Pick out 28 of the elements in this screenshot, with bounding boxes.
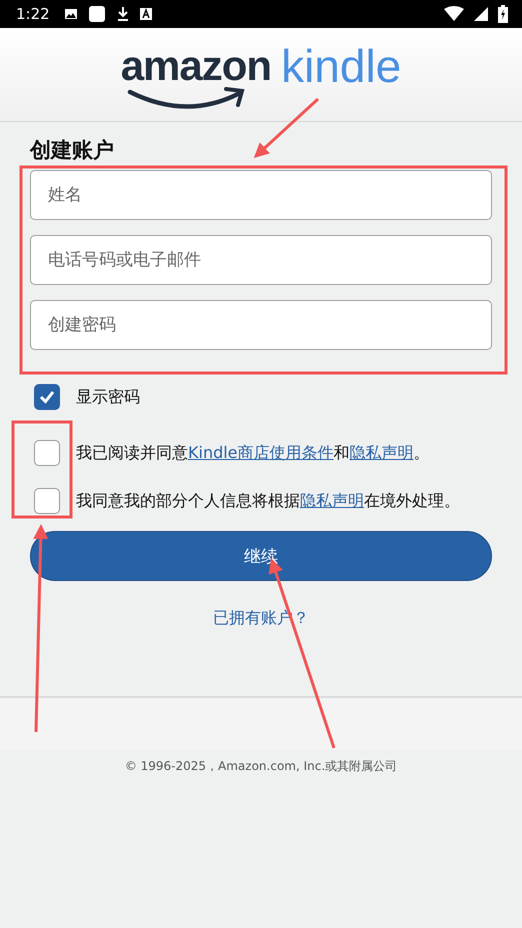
agreement-text: 我已阅读并同意Kindle商店使用条件和隐私声明。 bbox=[76, 442, 430, 464]
wifi-icon bbox=[444, 6, 464, 22]
input-field[interactable]: 姓名 bbox=[30, 170, 492, 220]
link[interactable]: 隐私声明 bbox=[300, 491, 364, 510]
agreement-text: 我同意我的部分个人信息将根据隐私声明在境外处理。 bbox=[76, 490, 460, 512]
image-icon bbox=[64, 7, 78, 21]
copyright-text: © 1996-2025，Amazon.com, Inc.或其附属公司 bbox=[124, 758, 398, 775]
battery-icon bbox=[498, 5, 508, 23]
square-icon bbox=[88, 5, 106, 23]
input-field[interactable]: 创建密码 bbox=[30, 300, 492, 350]
annotation-arrow bbox=[254, 98, 320, 158]
check-icon bbox=[38, 388, 56, 406]
checkbox[interactable] bbox=[34, 440, 60, 466]
smile-arrow-icon bbox=[126, 86, 246, 112]
link[interactable]: 隐私声明 bbox=[350, 443, 414, 462]
checkbox-label: 显示密码 bbox=[76, 386, 140, 408]
checkbox[interactable] bbox=[34, 488, 60, 514]
clock-time: 1:22 bbox=[16, 5, 50, 23]
text-box-icon bbox=[140, 7, 152, 21]
download-icon bbox=[116, 6, 130, 22]
logo-brand: amazon bbox=[120, 44, 272, 88]
form-title: 创建账户 bbox=[30, 137, 115, 164]
logo-product: kindle bbox=[281, 39, 402, 94]
link[interactable]: Kindle商店使用条件 bbox=[188, 443, 334, 462]
continue-button[interactable]: 继续 bbox=[30, 531, 492, 581]
checkbox[interactable] bbox=[34, 384, 60, 410]
signal-icon bbox=[474, 7, 488, 21]
input-field[interactable]: 电话号码或电子邮件 bbox=[30, 235, 492, 285]
